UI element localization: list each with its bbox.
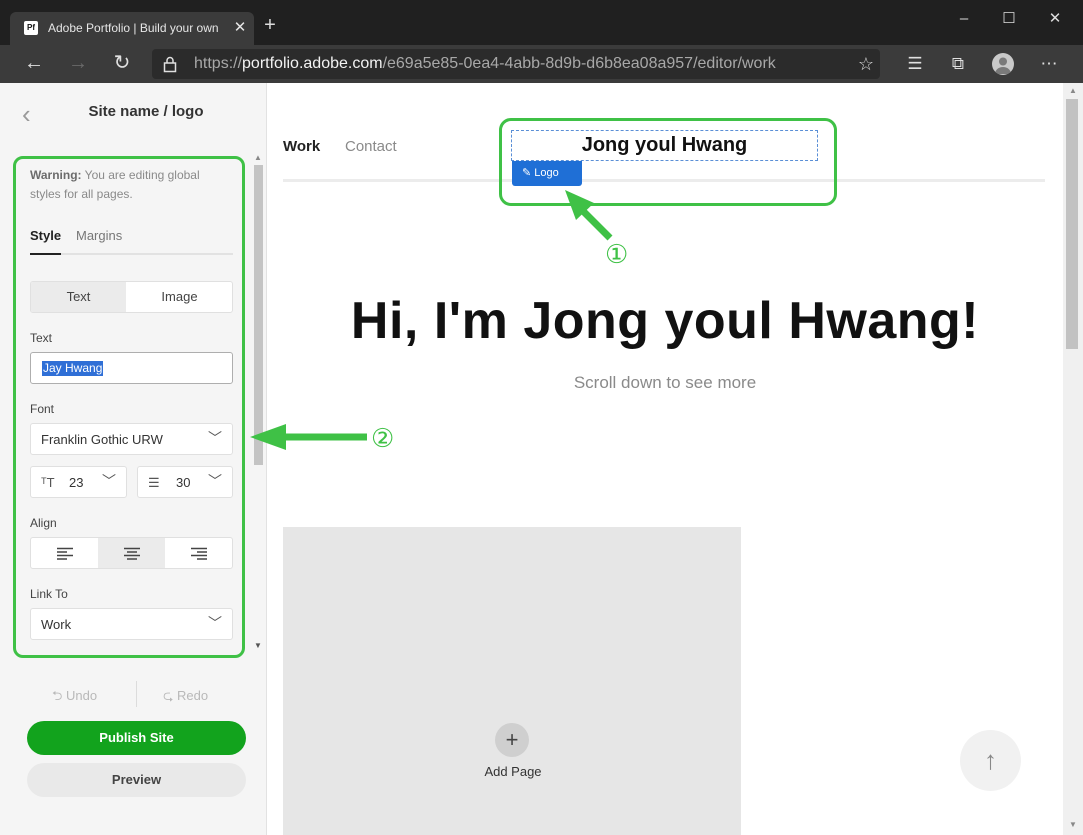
reading-list-icon[interactable]: ☰ [897, 45, 933, 83]
hero-title[interactable]: Hi, I'm Jong youl Hwang! [267, 291, 1063, 351]
undo-button[interactable]: ⮌ Undo [52, 687, 97, 709]
lock-icon [163, 56, 177, 73]
preview-button[interactable]: Preview [27, 763, 246, 797]
more-icon[interactable]: ⋯ [1031, 45, 1067, 83]
portfolio-favicon-icon: Pf [24, 21, 38, 35]
close-window-icon[interactable]: ✕ [1040, 10, 1070, 30]
close-tab-icon[interactable]: ✕ [230, 17, 250, 39]
browser-tab[interactable]: Pf Adobe Portfolio | Build your own ✕ [10, 12, 254, 45]
scroll-up-icon[interactable]: ▲ [254, 153, 262, 162]
refresh-icon[interactable]: ↻ [104, 45, 140, 83]
hero-subtitle[interactable]: Scroll down to see more [267, 373, 1063, 393]
url-host: portfolio.adobe.com [242, 55, 383, 72]
maximize-window-icon[interactable]: ☐ [994, 10, 1024, 30]
url-text: https://portfolio.adobe.com/e69a5e85-0ea… [194, 53, 794, 75]
back-arrow-icon[interactable]: ← [16, 45, 52, 83]
site-nav-contact[interactable]: Contact [345, 138, 397, 155]
favorites-star-icon[interactable]: ☆ [854, 52, 878, 76]
forward-arrow-icon[interactable]: → [60, 45, 96, 83]
new-tab-icon[interactable]: + [258, 14, 282, 36]
plus-icon[interactable]: + [495, 723, 529, 757]
address-bar: ← → ↻ https://portfolio.adobe.com/e69a5e… [0, 45, 1083, 83]
scroll-down-icon[interactable]: ▼ [1063, 820, 1083, 829]
profile-silhouette-icon [995, 57, 1011, 74]
panel-scrollbar[interactable]: ▲ ▼ [252, 153, 264, 653]
site-preview-canvas: Work Contact Jong youl Hwang ✎ Logo Hi, … [267, 83, 1063, 835]
undo-redo-divider [136, 681, 137, 707]
url-field[interactable]: https://portfolio.adobe.com/e69a5e85-0ea… [152, 49, 880, 79]
publish-site-button[interactable]: Publish Site [27, 721, 246, 755]
scroll-up-icon[interactable]: ▲ [1063, 86, 1083, 95]
browser-title-bar: Pf Adobe Portfolio | Build your own ✕ + … [0, 0, 1083, 45]
site-nav-work[interactable]: Work [283, 138, 320, 155]
add-page-tile[interactable]: + Add Page [283, 527, 741, 835]
panel-title: Site name / logo [88, 103, 204, 120]
scroll-to-top-button[interactable]: ↑ [960, 730, 1021, 791]
scroll-down-icon[interactable]: ▼ [254, 641, 262, 650]
page-scrollbar[interactable]: ▲ ▼ [1063, 83, 1083, 835]
url-path: /e69a5e85-0ea4-4abb-8d9b-d6b8ea08a957/ed… [382, 55, 776, 72]
panel-scroll-thumb[interactable] [254, 165, 263, 465]
redo-button[interactable]: ⮎ Redo [163, 687, 208, 709]
back-chevron-icon[interactable]: ‹ [22, 99, 44, 129]
add-page-label: Add Page [484, 764, 542, 779]
annotation-highlight-panel [13, 156, 245, 658]
tab-title: Adobe Portfolio | Build your own [48, 21, 219, 35]
editor-side-panel: ‹ Site name / logo ▲ ▼ Warning: You are … [0, 83, 267, 835]
profile-icon[interactable] [992, 53, 1014, 75]
url-prefix: https:// [194, 55, 243, 72]
minimize-window-icon[interactable]: – [949, 10, 979, 30]
collections-icon[interactable]: ⧉ [940, 45, 976, 83]
page-scroll-thumb[interactable] [1066, 99, 1078, 349]
annotation-highlight-logo [499, 118, 837, 206]
